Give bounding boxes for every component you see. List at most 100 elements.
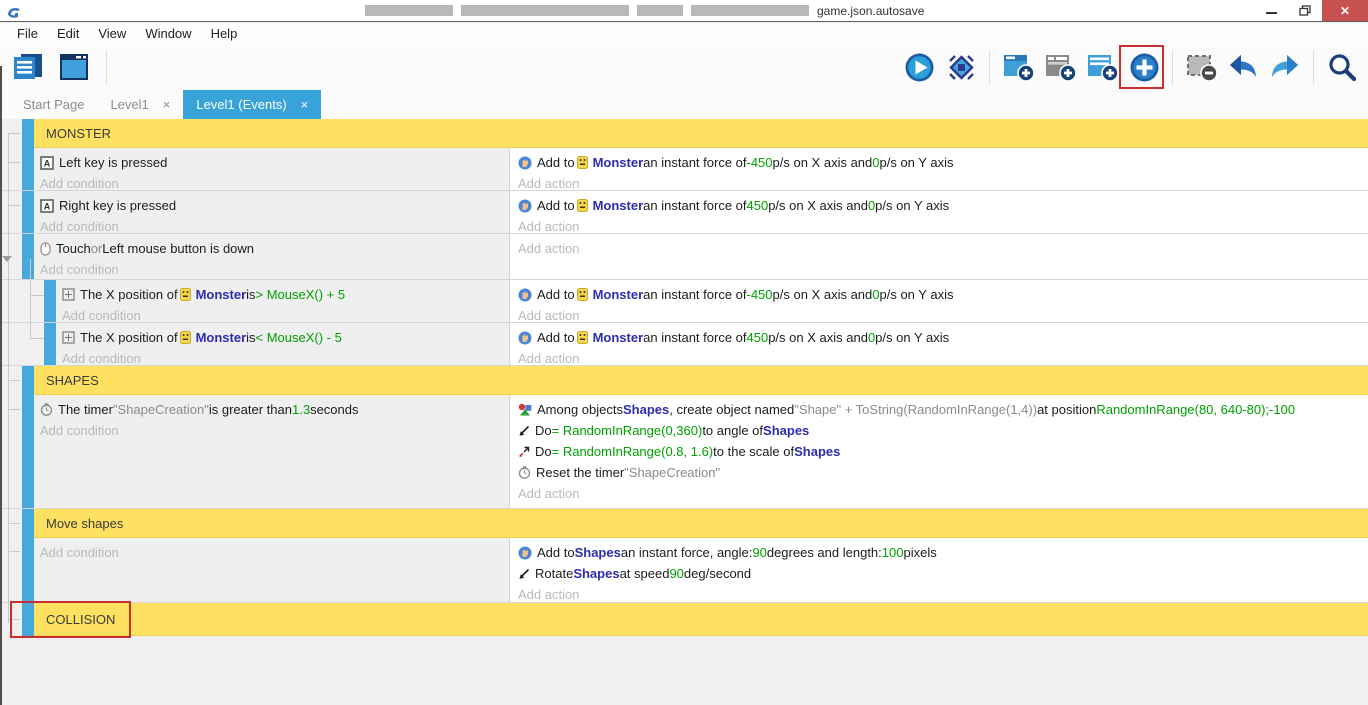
menu-edit[interactable]: Edit	[48, 26, 89, 41]
object-name: Monster	[593, 198, 644, 213]
add-action-link[interactable]: Add action	[518, 348, 1368, 365]
add-action-link[interactable]: Add action	[518, 238, 1368, 259]
add-subevent-icon[interactable]	[1084, 48, 1120, 86]
timer-icon	[40, 403, 53, 416]
event-group-shapes[interactable]: SHAPES	[0, 366, 1368, 395]
menu-help[interactable]: Help	[202, 26, 248, 41]
tree-connector	[30, 295, 44, 296]
mouse-icon	[40, 242, 51, 256]
debug-icon[interactable]	[943, 48, 979, 86]
object-name: Monster	[196, 287, 247, 302]
add-condition-link[interactable]: Add condition	[40, 542, 509, 563]
condition-text: Left key is pressed	[59, 155, 167, 170]
scene-window-icon[interactable]	[56, 48, 92, 86]
tab-label: Level1	[110, 97, 148, 112]
event-accent-bar	[22, 509, 34, 538]
tree-gutter	[0, 395, 22, 508]
keyboard-key-icon: A	[40, 156, 54, 170]
add-condition-link[interactable]: Add condition	[40, 259, 509, 279]
actions-cell[interactable]: Add to Monster an instant force of 450 p…	[510, 323, 1368, 365]
expression-value: = RandomInRange(0.8, 1.6)	[552, 444, 714, 459]
monster-object-icon	[180, 331, 191, 344]
actions-cell[interactable]: Among objects Shapes , create object nam…	[510, 395, 1368, 508]
close-button[interactable]: ✕	[1322, 0, 1368, 21]
add-action-link[interactable]: Add action	[518, 216, 1368, 233]
undo-icon[interactable]	[1225, 48, 1261, 86]
rotate-icon	[518, 425, 530, 437]
actions-cell[interactable]: Add to Monster an instant force of 450 p…	[510, 191, 1368, 233]
project-documents-icon[interactable]	[10, 48, 46, 86]
add-condition-link[interactable]: Add condition	[40, 216, 509, 233]
event-row-left-key[interactable]: A Left key is pressed Add condition Add …	[0, 148, 1368, 191]
add-condition-link[interactable]: Add condition	[62, 348, 509, 365]
add-event-icon[interactable]	[1000, 48, 1036, 86]
expression-value: 90	[669, 566, 683, 581]
minimize-button[interactable]	[1254, 0, 1288, 21]
expression-value: 450	[747, 198, 769, 213]
monster-object-icon	[180, 288, 191, 301]
subevent-row-pos-gt[interactable]: The X position of Monster is > MouseX() …	[0, 280, 1368, 323]
event-group-collision[interactable]: COLLISION	[0, 603, 1368, 636]
event-group-move-shapes[interactable]: Move shapes	[0, 509, 1368, 538]
action-text: Add to	[537, 330, 575, 345]
conditions-cell[interactable]: The X position of Monster is > MouseX() …	[56, 280, 510, 322]
tab-level1-events[interactable]: Level1 (Events) ×	[183, 90, 321, 119]
add-condition-link[interactable]: Add condition	[40, 420, 509, 441]
rotate-icon	[518, 568, 530, 580]
delete-event-icon[interactable]	[1183, 48, 1219, 86]
action-text: Add to	[537, 545, 575, 560]
event-row-move-shapes[interactable]: Add condition Add to Shapes an instant f…	[0, 538, 1368, 603]
tab-close-icon[interactable]: ×	[301, 97, 309, 112]
event-row-right-key[interactable]: A Right key is pressed Add condition Add…	[0, 191, 1368, 234]
action-text: Do	[535, 423, 552, 438]
conditions-cell[interactable]: The timer "ShapeCreation" is greater tha…	[34, 395, 510, 508]
tree-connector	[8, 551, 20, 552]
object-name: Monster	[196, 330, 247, 345]
add-action-link[interactable]: Add action	[518, 483, 1368, 504]
tab-label: Level1 (Events)	[196, 97, 286, 112]
actions-cell[interactable]: Add to Shapes an instant force, angle: 9…	[510, 538, 1368, 602]
actions-cell[interactable]: Add to Monster an instant force of -450 …	[510, 148, 1368, 190]
menu-file[interactable]: File	[8, 26, 48, 41]
expression-value: 0	[872, 155, 879, 170]
conditions-cell[interactable]: A Right key is pressed Add condition	[34, 191, 510, 233]
minimize-icon	[1266, 12, 1277, 14]
svg-text:A: A	[44, 158, 51, 168]
redo-icon[interactable]	[1267, 48, 1303, 86]
position-icon	[62, 331, 75, 344]
tab-start-page[interactable]: Start Page	[10, 90, 97, 119]
event-group-monster[interactable]: MONSTER	[0, 119, 1368, 148]
event-row-touch[interactable]: Touch or Left mouse button is down Add c…	[0, 234, 1368, 280]
subevent-row-pos-lt[interactable]: The X position of Monster is < MouseX() …	[0, 323, 1368, 366]
add-action-link[interactable]: Add action	[518, 584, 1368, 602]
force-icon	[518, 546, 532, 560]
add-condition-link[interactable]: Add condition	[62, 305, 509, 322]
add-condition-link[interactable]: Add condition	[40, 173, 509, 190]
event-row-shape-creation[interactable]: The timer "ShapeCreation" is greater tha…	[0, 395, 1368, 509]
conditions-cell[interactable]: Add condition	[34, 538, 510, 602]
tab-level1[interactable]: Level1 ×	[97, 90, 183, 119]
menu-view[interactable]: View	[89, 26, 136, 41]
search-icon[interactable]	[1324, 48, 1360, 86]
add-action-link[interactable]: Add action	[518, 173, 1368, 190]
restore-button[interactable]	[1288, 0, 1322, 21]
expression-value: 0	[868, 330, 875, 345]
menu-window[interactable]: Window	[136, 26, 201, 41]
play-icon[interactable]	[901, 48, 937, 86]
conditions-cell[interactable]: A Left key is pressed Add condition	[34, 148, 510, 190]
svg-text:A: A	[44, 201, 51, 211]
actions-cell[interactable]: Add action	[510, 234, 1368, 279]
expand-arrow-icon[interactable]	[2, 256, 12, 262]
tab-close-icon[interactable]: ×	[163, 97, 171, 112]
add-comment-icon[interactable]	[1042, 48, 1078, 86]
tree-connector	[8, 133, 9, 623]
tree-connector	[8, 133, 20, 134]
tab-label: Start Page	[23, 97, 84, 112]
actions-cell[interactable]: Add to Monster an instant force of -450 …	[510, 280, 1368, 322]
event-accent-bar	[22, 119, 34, 148]
conditions-cell[interactable]: Touch or Left mouse button is down Add c…	[34, 234, 510, 279]
group-label: MONSTER	[34, 119, 1368, 148]
conditions-cell[interactable]: The X position of Monster is < MouseX() …	[56, 323, 510, 365]
add-action-link[interactable]: Add action	[518, 305, 1368, 322]
tree-gutter	[0, 280, 44, 322]
